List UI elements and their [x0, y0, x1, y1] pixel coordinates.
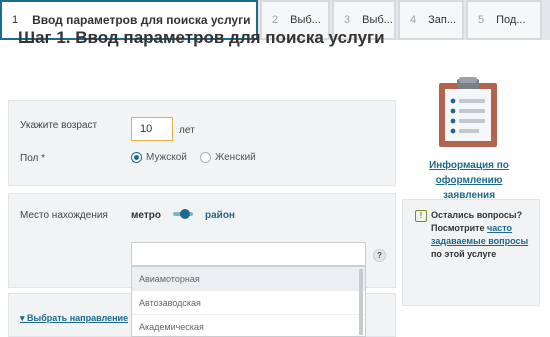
- questions-text-end: по этой услуге: [431, 249, 497, 259]
- step-label: Выб...: [362, 14, 393, 26]
- list-item[interactable]: Автозаводская: [132, 291, 365, 315]
- help-icon[interactable]: ?: [373, 249, 386, 262]
- list-item[interactable]: Авиамоторная: [132, 267, 365, 291]
- station-dropdown[interactable]: Авиамоторная Автозаводская Академическая: [131, 266, 366, 337]
- step-number: 1: [12, 14, 19, 26]
- station-search-input[interactable]: [131, 242, 366, 266]
- dropdown-scrollbar[interactable]: [359, 269, 363, 335]
- step-number: 5: [478, 14, 485, 26]
- page-title: Шаг 1. Ввод параметров для поиска услуги: [18, 28, 385, 47]
- step-label: Под...: [496, 14, 526, 26]
- step-label: Выб...: [290, 14, 321, 26]
- clipboard-icon: [439, 77, 497, 147]
- choose-direction-link[interactable]: ▾ Выбрать направление: [20, 313, 128, 324]
- step-4-tab[interactable]: 4 Зап...: [398, 0, 464, 40]
- application-info-link[interactable]: Информация по оформлению заявления: [410, 158, 528, 203]
- info-link-line1: Информация по: [429, 160, 509, 171]
- info-link-line2: оформлению заявления: [435, 175, 503, 201]
- location-label: Место нахождения: [20, 210, 108, 221]
- step-number: 2: [272, 14, 279, 26]
- step-label: Зап...: [428, 14, 457, 26]
- gender-option-label: Женский: [215, 152, 256, 163]
- step-label: Ввод параметров для поиска услуги: [32, 13, 251, 27]
- list-item[interactable]: Академическая: [132, 315, 365, 336]
- questions-text: Остались вопросы? Посмотрите часто задав…: [431, 209, 535, 261]
- location-toggle[interactable]: [173, 209, 193, 219]
- age-unit: лет: [179, 125, 195, 136]
- gender-option-label: Мужской: [146, 152, 187, 163]
- step-5-tab[interactable]: 5 Под...: [466, 0, 542, 40]
- questions-box: ! Остались вопросы? Посмотрите часто зад…: [402, 199, 540, 306]
- gender-female-radio[interactable]: Женский: [200, 152, 256, 163]
- triangle-down-icon: ▾: [20, 313, 28, 323]
- metro-option[interactable]: метро: [131, 210, 161, 221]
- age-input[interactable]: 10: [131, 117, 173, 141]
- step-number: 4: [410, 14, 417, 26]
- exclamation-icon: !: [415, 210, 427, 222]
- personal-params-section: [8, 100, 396, 186]
- gender-male-radio[interactable]: Мужской: [131, 152, 187, 163]
- age-label: Укажите возраст: [20, 120, 98, 131]
- step-number: 3: [344, 14, 351, 26]
- radio-empty-icon: [200, 152, 211, 163]
- radio-selected-icon: [131, 152, 142, 163]
- toggle-knob: [180, 209, 190, 219]
- district-option[interactable]: район: [205, 210, 235, 221]
- collapse-link-label: Выбрать направление: [27, 313, 129, 323]
- gender-label: Пол *: [20, 153, 46, 164]
